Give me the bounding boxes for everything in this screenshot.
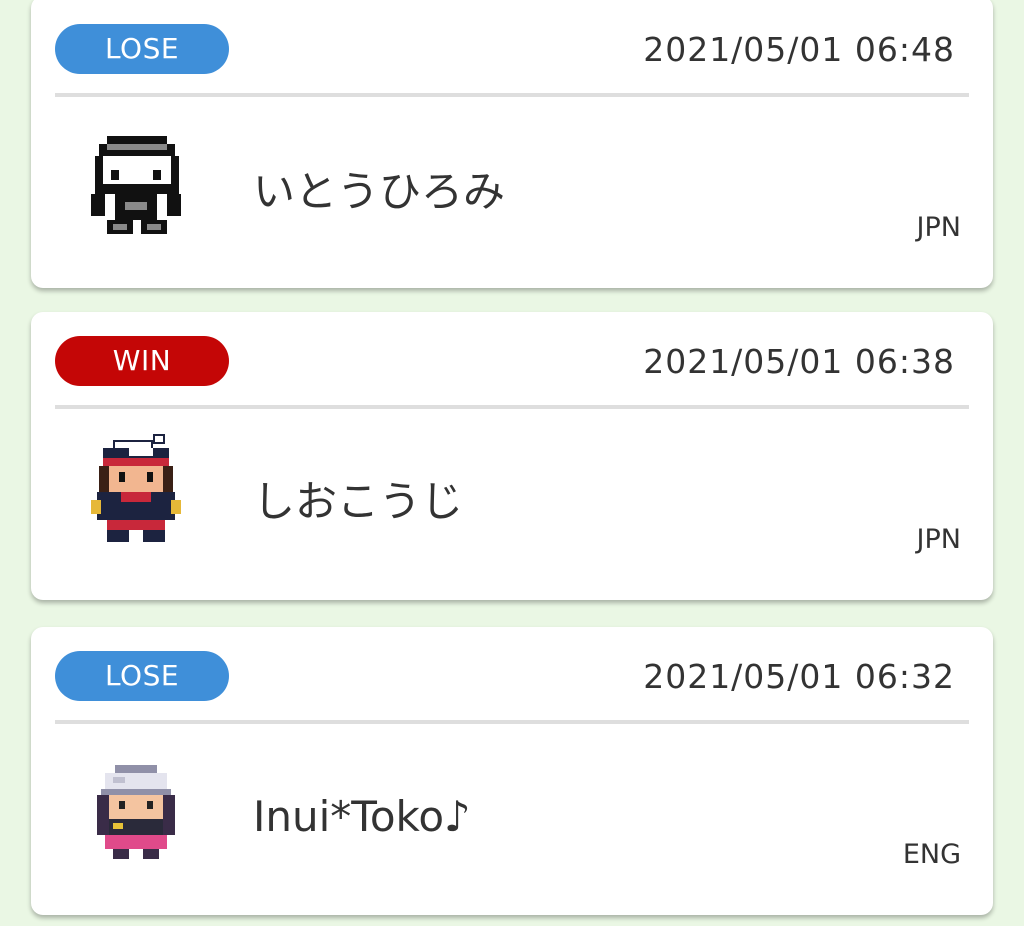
card-divider [55,405,969,409]
battle-timestamp: 2021/05/01 06:48 [643,30,955,69]
pixel-trainer-red-cap-icon [91,430,181,566]
result-badge: WIN [55,336,229,386]
battle-card[interactable]: WIN 2021/05/01 06:38 しおこうじ JPN [31,312,993,600]
player-region: ENG [902,839,961,870]
pixel-trainer-white-beanie-icon [91,745,181,881]
player-region: JPN [916,524,961,555]
battle-card[interactable]: LOSE 2021/05/01 06:32 Inui*Toko♪ ENG [31,627,993,915]
player-name: しおこうじ [253,477,464,526]
battle-history-list: LOSE 2021/05/01 06:48 いとうひろみ JPN WIN 202… [0,0,1024,926]
pixel-trainer-black-white-icon [91,128,181,264]
result-badge: LOSE [55,651,229,701]
battle-timestamp: 2021/05/01 06:38 [643,342,955,381]
player-name: Inui*Toko♪ [253,792,471,841]
battle-timestamp: 2021/05/01 06:32 [643,657,955,696]
player-region: JPN [916,212,961,243]
card-divider [55,720,969,724]
card-divider [55,93,969,97]
battle-card[interactable]: LOSE 2021/05/01 06:48 いとうひろみ JPN [31,0,993,288]
player-name: いとうひろみ [253,167,506,216]
result-badge: LOSE [55,24,229,74]
